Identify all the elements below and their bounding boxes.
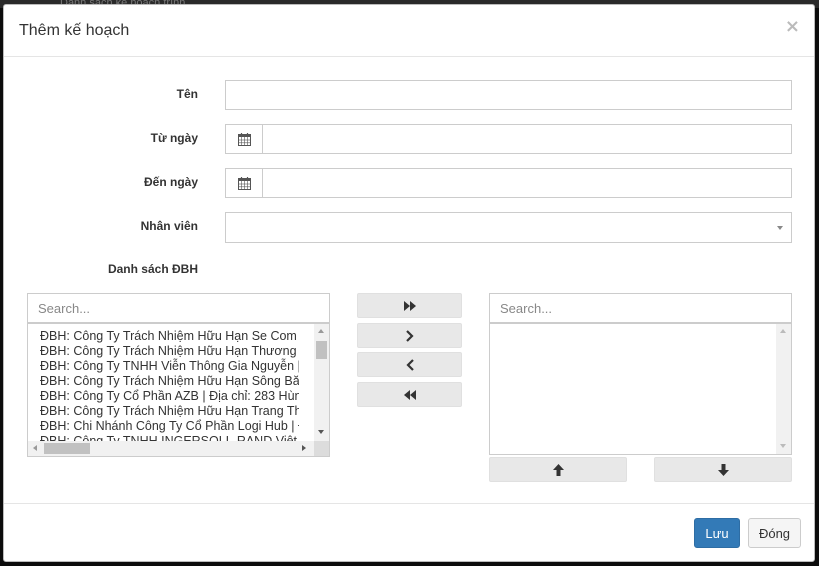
- move-all-left-button[interactable]: [357, 382, 462, 407]
- close-button[interactable]: Đóng: [748, 518, 801, 548]
- chevron-right-icon: [405, 329, 414, 342]
- scroll-right-icon[interactable]: [302, 445, 306, 451]
- from-date-label: Từ ngày: [150, 131, 198, 145]
- left-list-vertical-scrollbar[interactable]: [314, 324, 329, 441]
- move-up-button[interactable]: [489, 457, 627, 482]
- to-date-calendar-addon[interactable]: [225, 168, 263, 198]
- right-distributor-listbox[interactable]: [489, 323, 792, 455]
- from-date-calendar-addon[interactable]: [225, 124, 263, 154]
- left-list-horizontal-scrollbar[interactable]: [28, 441, 314, 456]
- list-item[interactable]: ĐBH: Công Ty Trách Nhiệm Hữu Hạn Thương …: [28, 344, 299, 359]
- to-date-input[interactable]: [262, 168, 792, 198]
- left-search-input[interactable]: [27, 293, 330, 323]
- dialog-header: Thêm kế hoạch ×: [4, 5, 814, 57]
- employee-select[interactable]: [225, 212, 792, 243]
- employee-label: Nhân viên: [140, 219, 198, 233]
- scrollbar-corner: [314, 441, 329, 456]
- right-search-input[interactable]: [489, 293, 792, 323]
- chevron-down-icon: [777, 226, 783, 230]
- list-item[interactable]: ĐBH: Công Ty TNHH Viễn Thông Gia Nguyễn …: [28, 359, 299, 374]
- scroll-left-icon[interactable]: [33, 445, 37, 451]
- list-item[interactable]: ĐBH: Chi Nhánh Công Ty Cổ Phần Logi Hub …: [28, 419, 299, 434]
- to-date-label: Đến ngày: [143, 175, 198, 189]
- left-list-horizontal-thumb[interactable]: [44, 443, 90, 454]
- distributor-list-label: Danh sách ĐBH: [107, 262, 198, 276]
- left-distributor-listbox[interactable]: ĐBH: Công Ty Trách Nhiệm Hữu Hạn Se Com …: [27, 323, 330, 457]
- left-list-vertical-thumb[interactable]: [316, 341, 327, 359]
- left-list-items: ĐBH: Công Ty Trách Nhiệm Hữu Hạn Se Com …: [28, 324, 299, 449]
- right-list-vertical-scrollbar[interactable]: [776, 324, 791, 454]
- calendar-icon: [237, 176, 251, 190]
- add-plan-dialog: Thêm kế hoạch × Tên Từ ngày Đến ngày Nhâ…: [3, 4, 815, 562]
- dialog-title: Thêm kế hoạch: [19, 22, 130, 39]
- from-date-input[interactable]: [262, 124, 792, 154]
- chevron-left-icon: [405, 358, 414, 371]
- save-button[interactable]: Lưu: [694, 518, 740, 548]
- double-chevron-right-icon: [403, 300, 416, 311]
- move-left-button[interactable]: [357, 352, 462, 377]
- dialog-footer-divider: [4, 503, 814, 504]
- double-chevron-left-icon: [403, 389, 416, 400]
- name-label: Tên: [176, 87, 198, 101]
- scroll-up-icon[interactable]: [780, 329, 786, 333]
- scroll-down-icon[interactable]: [780, 444, 786, 448]
- name-input[interactable]: [225, 80, 792, 110]
- calendar-icon: [237, 132, 251, 146]
- close-icon[interactable]: ×: [785, 16, 800, 37]
- scroll-up-icon[interactable]: [318, 329, 324, 333]
- move-down-button[interactable]: [654, 457, 792, 482]
- move-all-right-button[interactable]: [357, 293, 462, 318]
- arrow-up-icon: [552, 463, 564, 476]
- list-item[interactable]: ĐBH: Công Ty Trách Nhiệm Hữu Hạn Sông Bă…: [28, 374, 299, 389]
- list-item[interactable]: ĐBH: Công Ty Trách Nhiệm Hữu Hạn Trang T…: [28, 404, 299, 419]
- arrow-down-icon: [717, 463, 729, 476]
- list-item[interactable]: ĐBH: Công Ty Cổ Phần AZB | Địa chỉ: 283 …: [28, 389, 299, 404]
- move-right-button[interactable]: [357, 323, 462, 348]
- scroll-down-icon[interactable]: [318, 430, 324, 434]
- list-item[interactable]: ĐBH: Công Ty Trách Nhiệm Hữu Hạn Se Com …: [28, 329, 299, 344]
